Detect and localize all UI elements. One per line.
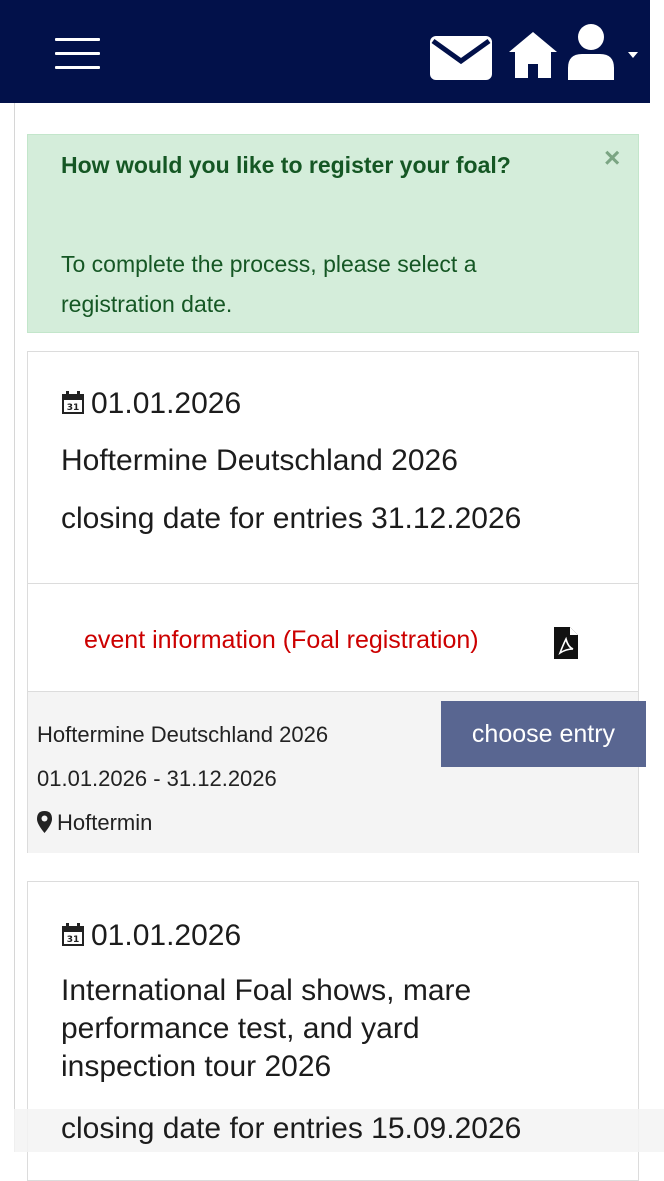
svg-text:31: 31	[67, 403, 80, 413]
event-information-link[interactable]: event information (Foal registration)	[84, 622, 479, 658]
hamburger-icon[interactable]	[55, 38, 100, 70]
alert-title: How would you like to register your foal…	[61, 152, 511, 178]
event-date-text: 01.01.2026	[91, 919, 242, 952]
event-date: 31 01.01.2026	[61, 918, 241, 954]
user-icon[interactable]	[566, 22, 616, 80]
caret-down-icon[interactable]	[628, 52, 638, 58]
entry-name: Hoftermine Deutschland 2026	[37, 722, 329, 747]
choose-entry-button[interactable]: choose entry	[441, 701, 646, 767]
svg-text:31: 31	[67, 935, 80, 945]
calendar-icon: 31	[62, 923, 84, 946]
event-date: 31 01.01.2026	[61, 386, 241, 422]
entry-location-text: Hoftermin	[57, 810, 153, 835]
event-closing-date: closing date for entries 31.12.2026	[61, 502, 522, 535]
calendar-icon: 31	[62, 391, 84, 414]
alert-text: To complete the process, please select a…	[61, 251, 477, 317]
event-title: Hoftermine Deutschland 2026	[61, 444, 458, 477]
home-icon[interactable]	[507, 30, 559, 80]
entry-location: Hoftermin	[37, 808, 152, 838]
map-marker-icon	[37, 811, 52, 833]
top-navbar	[0, 0, 650, 103]
event-title: International Foal shows, mare performan…	[61, 974, 472, 1083]
pdf-icon[interactable]	[554, 627, 578, 659]
envelope-icon[interactable]	[430, 36, 492, 80]
card-divider	[28, 583, 638, 584]
close-icon[interactable]: ×	[604, 142, 620, 174]
event-closing-date: closing date for entries 15.09.2026	[61, 1112, 522, 1145]
event-date-text: 01.01.2026	[91, 387, 242, 420]
entry-dates: 01.01.2026 - 31.12.2026	[37, 766, 277, 791]
